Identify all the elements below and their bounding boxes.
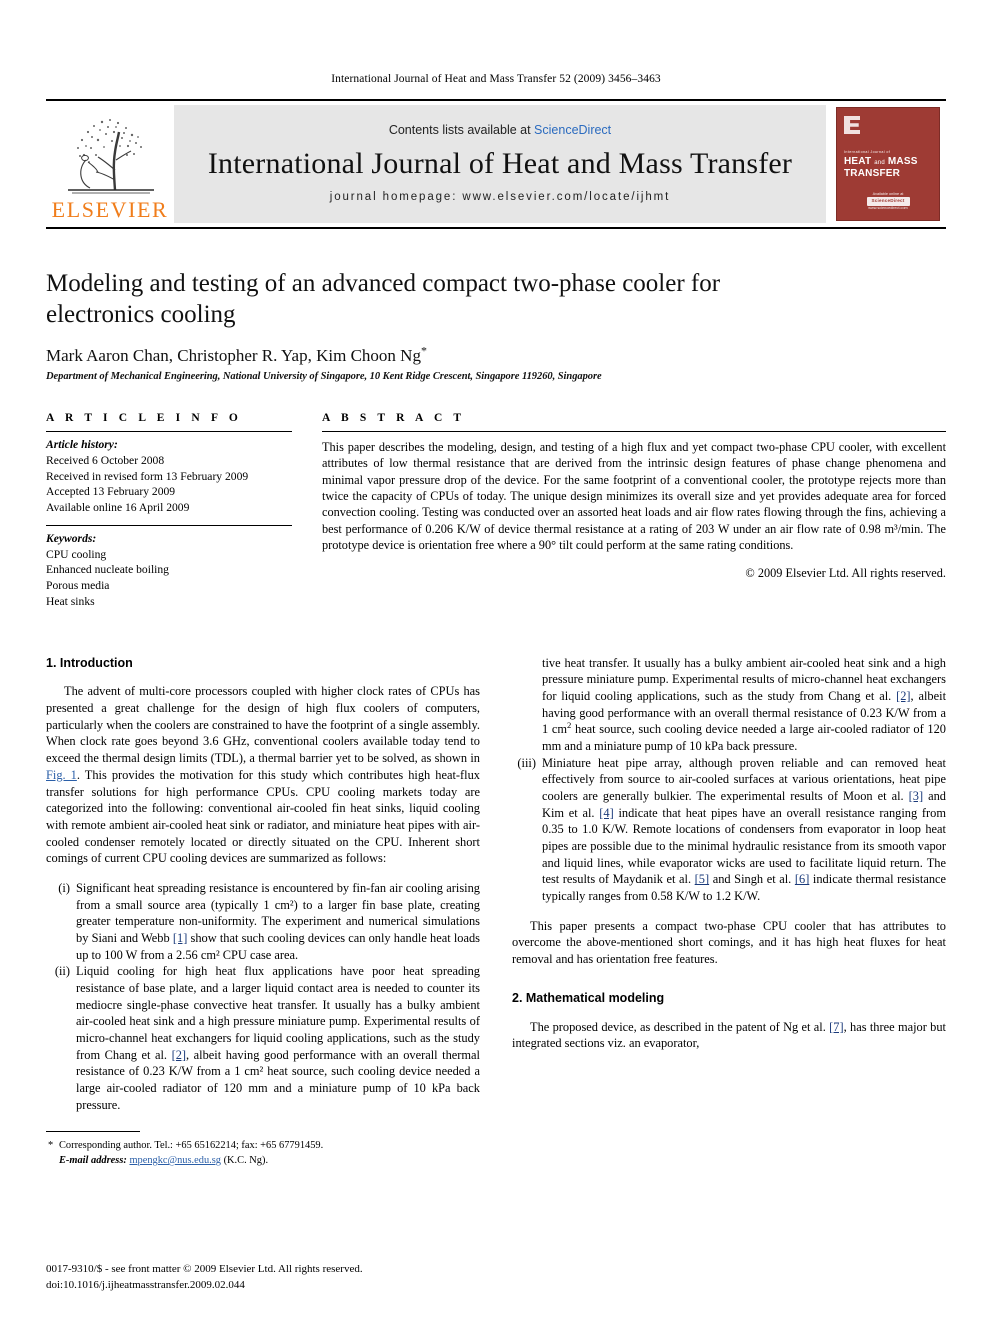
abstract-heading: A B S T R A C T (322, 412, 466, 424)
intro-p1-part-b: . This provides the motivation for this … (46, 767, 481, 866)
keywords-block: Keywords: CPU cooling Enhanced nucleate … (46, 526, 292, 619)
reference-2-link[interactable]: [2] (172, 1048, 186, 1062)
intro-paragraph-2: This paper presents a compact two-phase … (512, 918, 946, 967)
figure-1-link[interactable]: Fig. 1 (46, 768, 77, 782)
info-abstract-row: A R T I C L E I N F O Article history: R… (46, 412, 946, 619)
contents-available-line: Contents lists available at ScienceDirec… (389, 123, 611, 137)
intro-p1-part-a: The advent of multi-core processors coup… (46, 684, 480, 766)
footnote-line-1: * Corresponding author. Tel.: +65 651622… (46, 1139, 480, 1154)
list-text: Liquid cooling for high heat flux applic… (76, 963, 480, 1113)
article-info-column: A R T I C L E I N F O Article history: R… (46, 412, 292, 619)
list-text: Miniature heat pipe array, although prov… (542, 755, 946, 905)
history-item: Available online 16 April 2009 (46, 501, 190, 515)
shortcomings-list-continued: tive heat transfer. It usually has a bul… (512, 655, 946, 905)
item3-text-c: and Singh et al. (709, 872, 795, 887)
reference-4-link[interactable]: [4] (599, 806, 613, 820)
reference-6-link[interactable]: [6] (795, 872, 809, 886)
list-item: (ii) Liquid cooling for high heat flux a… (46, 963, 480, 1113)
cover-elsevier-icon (844, 116, 860, 134)
math-p1-part-a: The proposed device, as described in the… (530, 1019, 830, 1034)
list-marker: (i) (58, 880, 70, 895)
cover-and: and (874, 160, 885, 166)
section-heading-mathematical-modeling: 2. Mathematical modeling (512, 990, 665, 1005)
cover-sciencedirect-badge: ScienceDirect (866, 197, 910, 207)
corresponding-author-footnote: * Corresponding author. Tel.: +65 651622… (46, 1129, 480, 1169)
abstract-text: This paper describes the modeling, desig… (322, 440, 946, 553)
email-owner: (K.C. Ng). (223, 1155, 269, 1167)
history-item: Accepted 13 February 2009 (46, 485, 176, 499)
keyword-item: CPU cooling (46, 547, 107, 561)
page-title: Modeling and testing of an advanced comp… (46, 270, 721, 328)
contents-prefix: Contents lists available at (388, 123, 535, 137)
paper-page: International Journal of Heat and Mass T… (0, 0, 992, 1323)
reference-5-link[interactable]: [5] (695, 872, 709, 886)
running-head: International Journal of Heat and Mass T… (331, 73, 661, 85)
reference-7-link[interactable]: [7] (829, 1020, 843, 1034)
footnote-rule (46, 1131, 140, 1133)
reference-1-link[interactable]: [1] (173, 931, 187, 945)
history-item: Received in revised form 13 February 200… (46, 469, 249, 483)
author-names: Mark Aaron Chan, Christopher R. Yap, Kim… (46, 346, 421, 365)
footnote-line-2: E-mail address: mpengkc@nus.edu.sg (K.C.… (46, 1154, 480, 1169)
item3-text-a: Miniature heat pipe array, although prov… (542, 755, 946, 804)
cover-line1: HEAT (844, 156, 872, 167)
abstract-copyright: © 2009 Elsevier Ltd. All rights reserved… (745, 566, 946, 581)
body-columns: 1. Introduction The advent of multi-core… (46, 655, 946, 1169)
page-footer: 0017-9310/$ - see front matter © 2009 El… (46, 1262, 363, 1293)
title-block: Modeling and testing of an advanced comp… (46, 269, 946, 382)
cover-superline: International Journal of (844, 150, 891, 154)
corresponding-author-marker: * (420, 343, 427, 358)
body-column-left: 1. Introduction The advent of multi-core… (46, 655, 480, 1169)
keywords-label: Keywords: (46, 531, 97, 545)
email-link[interactable]: mpengkc@nus.edu.sg (129, 1155, 221, 1166)
article-history: Article history: Received 6 October 2008… (46, 432, 292, 525)
shortcomings-list: (i) Significant heat spreading resistanc… (46, 880, 480, 1113)
abstract-column: A B S T R A C T This paper describes the… (322, 412, 946, 619)
item2-continuation: tive heat transfer. It usually has a bul… (542, 655, 947, 754)
reference-3-link[interactable]: [3] (909, 789, 923, 803)
article-history-label: Article history: (46, 438, 118, 451)
keyword-item: Porous media (46, 579, 110, 593)
doi-line: doi:10.1016/j.ijheatmasstransfer.2009.02… (46, 1278, 245, 1291)
elsevier-tree-icon (68, 118, 154, 193)
elsevier-logo: ELSEVIER (46, 101, 174, 227)
journal-banner: Contents lists available at ScienceDirec… (174, 105, 826, 223)
list-text: Significant heat spreading resistance is… (76, 880, 480, 963)
list-item: tive heat transfer. It usually has a bul… (512, 655, 946, 755)
cover-line3: TRANSFER (844, 167, 901, 179)
article-info-heading: A R T I C L E I N F O (46, 412, 242, 424)
math-paragraph-1: The proposed device, as described in the… (512, 1019, 946, 1052)
cover-title: HEAT and MASS TRANSFER (844, 156, 932, 180)
footnote-star: * (48, 1140, 54, 1152)
journal-cover-thumbnail: International Journal of HEAT and MASS T… (836, 107, 940, 221)
sciencedirect-link[interactable]: ScienceDirect (534, 123, 611, 137)
email-address-label: E-mail address: (59, 1155, 127, 1167)
journal-homepage[interactable]: journal homepage: www.elsevier.com/locat… (330, 191, 671, 203)
author-list: Mark Aaron Chan, Christopher R. Yap, Kim… (46, 343, 946, 366)
keyword-item: Enhanced nucleate boiling (46, 563, 169, 577)
intro-paragraph-1: The advent of multi-core processors coup… (46, 683, 480, 866)
list-item: (i) Significant heat spreading resistanc… (46, 880, 480, 963)
list-marker: (iii) (517, 755, 536, 770)
affiliation: Department of Mechanical Engineering, Na… (46, 371, 602, 382)
elsevier-wordmark: ELSEVIER (51, 196, 169, 222)
journal-masthead: ELSEVIER Contents lists available at Sci… (46, 99, 946, 229)
cover-footer: Available online at ScienceDirect www.sc… (837, 192, 939, 212)
cover-line2: MASS (887, 156, 918, 167)
list-item: (iii) Miniature heat pipe array, althoug… (512, 755, 946, 905)
list-marker: (ii) (54, 964, 70, 979)
reference-2-link-b[interactable]: [2] (896, 689, 910, 703)
keyword-item: Heat sinks (46, 594, 95, 608)
journal-title: International Journal of Heat and Mass T… (207, 147, 793, 180)
section-heading-introduction: 1. Introduction (46, 655, 133, 670)
footnote-corresponding-text: Corresponding author. Tel.: +65 65162214… (59, 1140, 324, 1152)
body-column-right: tive heat transfer. It usually has a bul… (512, 655, 946, 1169)
issn-copyright-line: 0017-9310/$ - see front matter © 2009 El… (46, 1263, 363, 1276)
history-item: Received 6 October 2008 (46, 453, 165, 467)
cover-foot-url: www.sciencedirect.com (868, 206, 908, 211)
